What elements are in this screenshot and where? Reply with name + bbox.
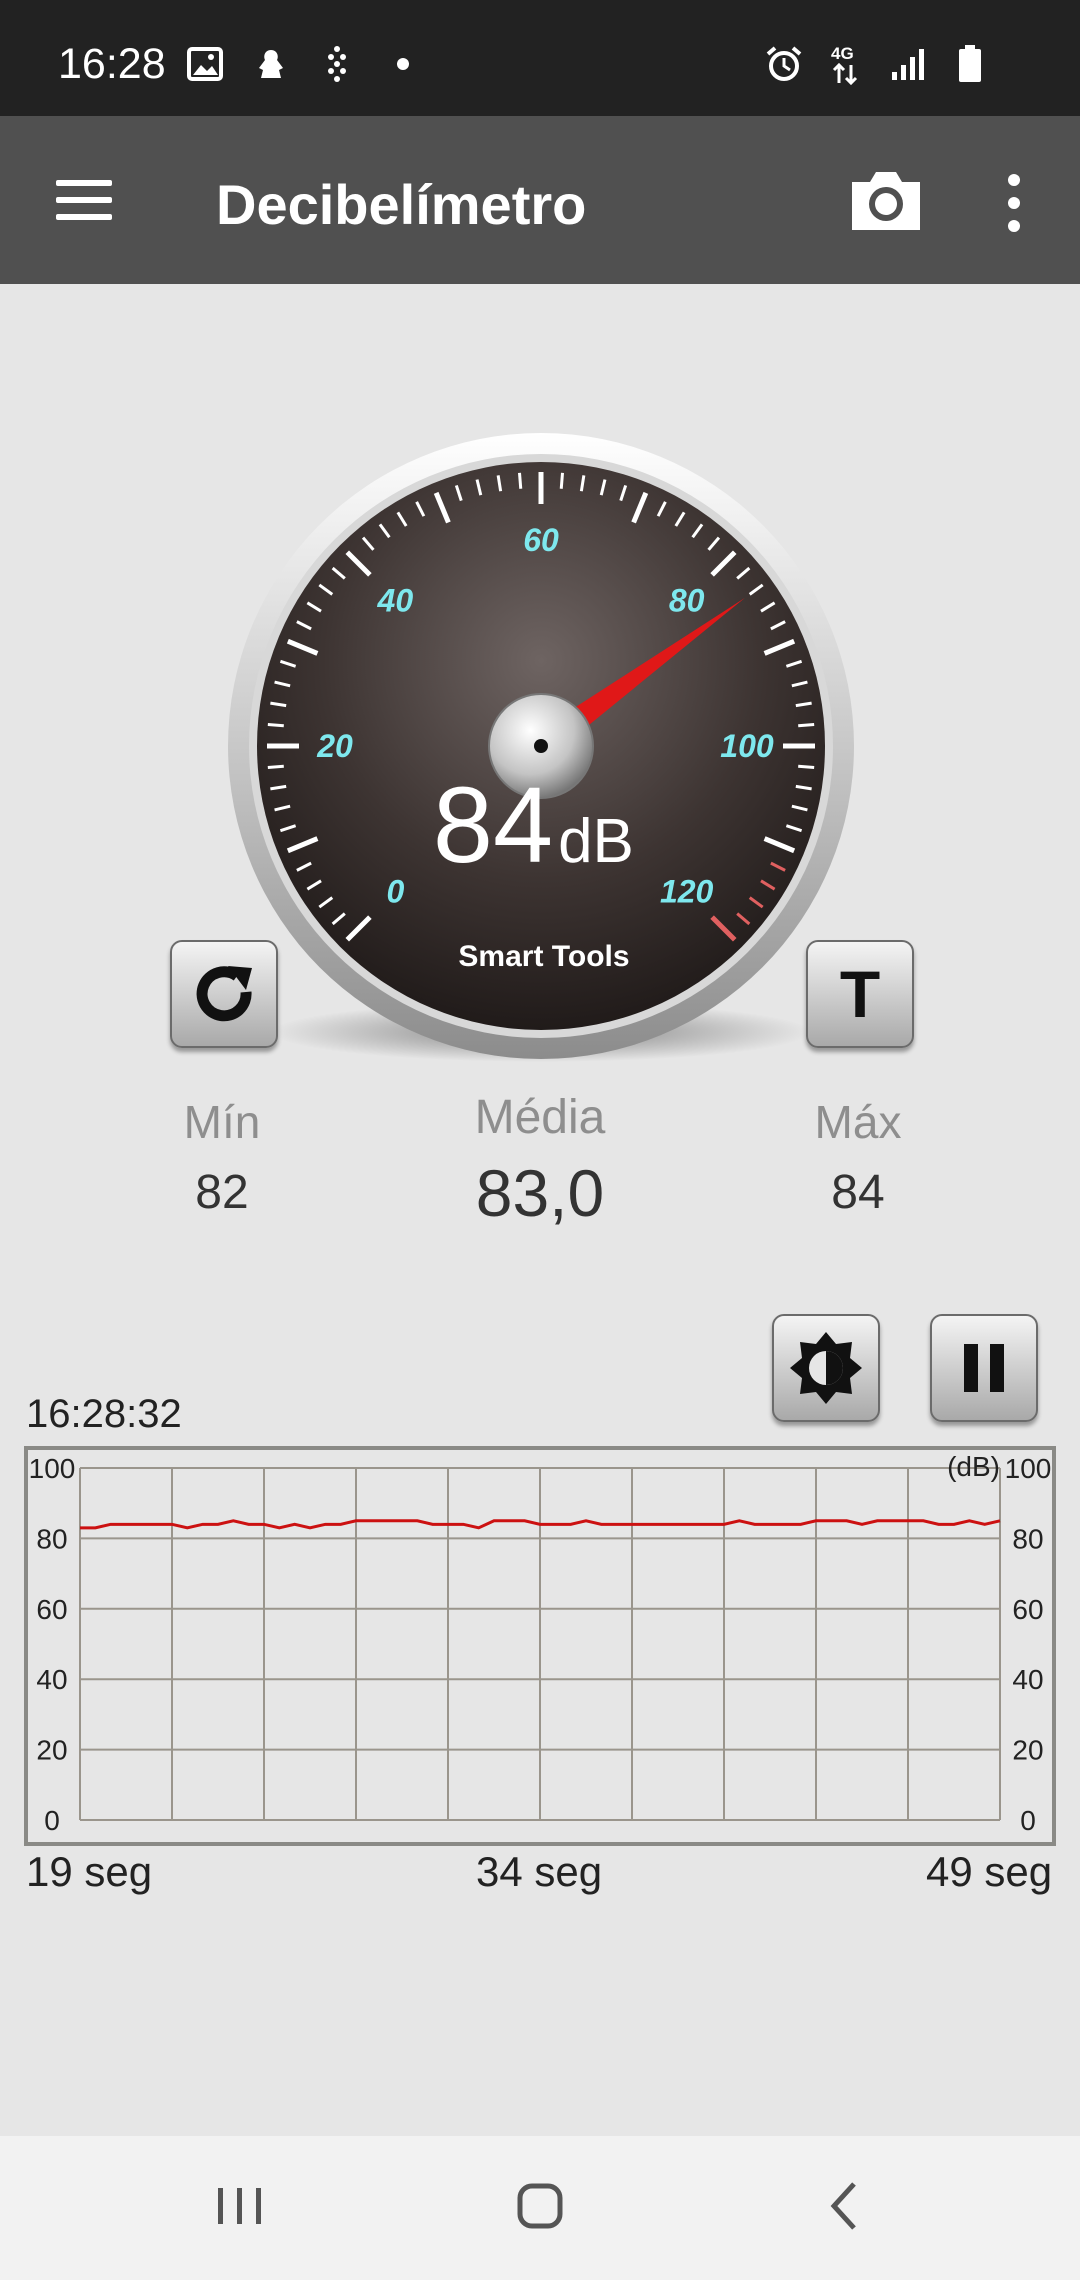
stat-max-label: Máx	[814, 1096, 902, 1148]
decibel-history-chart: 0 0 20 20 40 40 60 60 80 80 100 100 (dB)	[24, 1446, 1056, 1846]
chart-y-tick-left: 100	[29, 1453, 76, 1484]
chart-y-tick-right: 0	[1020, 1805, 1036, 1836]
stat-max-value: 84	[831, 1166, 885, 1219]
chart-unit-label: (dB)	[947, 1451, 1000, 1482]
sound-gauge: 0 20 40 60 80 100 120 84 dB Smart Tools	[228, 430, 854, 1070]
gauge-tick-label: 20	[316, 728, 353, 764]
gauge-tick-label: 120	[660, 874, 714, 910]
chart-y-tick-right: 20	[1012, 1735, 1043, 1766]
status-bar: 16:28 4G	[0, 0, 1080, 116]
stat-average-label: Média	[474, 1091, 606, 1144]
signal-icon	[888, 44, 928, 84]
reset-button[interactable]	[170, 940, 278, 1048]
chart-y-tick-right: 60	[1012, 1594, 1043, 1625]
chart-y-tick-right: 100	[1005, 1453, 1052, 1484]
gauge-tick	[798, 723, 815, 728]
home-icon[interactable]	[500, 2176, 580, 2236]
chart-x-label-start: 19 seg	[26, 1848, 153, 1895]
dot-icon	[383, 44, 423, 84]
gauge-tick-label: 40	[377, 582, 414, 618]
camera-icon[interactable]	[846, 166, 926, 236]
stat-min: Mín 82	[92, 1095, 352, 1220]
stat-average: Média 83,0	[410, 1090, 670, 1231]
chart-x-label-mid: 34 seg	[476, 1848, 603, 1895]
brightness-icon	[790, 1332, 862, 1404]
gallery-icon	[185, 44, 225, 84]
svg-text:4G: 4G	[831, 44, 854, 63]
text-mode-button[interactable]: T	[806, 940, 914, 1048]
system-nav-bar	[0, 2136, 1080, 2280]
gauge-unit: dB	[558, 807, 634, 876]
back-icon[interactable]	[804, 2176, 884, 2236]
chart-y-tick-right: 80	[1012, 1523, 1043, 1554]
chart-y-tick-left: 20	[36, 1735, 67, 1766]
stat-average-value: 83,0	[475, 1156, 605, 1230]
pause-icon	[964, 1344, 1004, 1392]
menu-icon[interactable]	[50, 176, 118, 224]
reset-icon	[196, 966, 252, 1022]
chart-y-tick-right: 40	[1012, 1664, 1043, 1695]
chart-x-label-end: 49 seg	[926, 1848, 1053, 1895]
gauge-tick	[559, 472, 564, 489]
status-icons-right: 4G	[764, 44, 990, 85]
chart-y-tick-left: 0	[44, 1805, 60, 1836]
gauge-tick-label: 80	[669, 582, 705, 618]
activity-icon	[317, 44, 357, 84]
gauge-tick-label: 100	[720, 728, 774, 764]
battery-icon	[950, 44, 990, 84]
gauge-brand: Smart Tools	[458, 940, 629, 973]
gauge-tick	[267, 764, 284, 769]
gauge-value: 84	[433, 764, 553, 885]
chart-y-tick-left: 60	[36, 1594, 67, 1625]
chart-y-tick-left: 40	[36, 1664, 67, 1695]
stat-max: Máx 84	[728, 1095, 988, 1220]
gauge-tick	[267, 723, 284, 728]
recent-apps-icon[interactable]	[200, 2176, 280, 2236]
app-notification-icon	[251, 44, 291, 84]
brightness-button[interactable]	[772, 1314, 880, 1422]
gauge-hub-center	[534, 739, 548, 753]
status-time: 16:28	[58, 40, 166, 88]
chart-y-tick-left: 80	[36, 1523, 67, 1554]
gauge-tick-label: 60	[523, 522, 559, 558]
pause-button[interactable]	[930, 1314, 1038, 1422]
stat-min-label: Mín	[183, 1096, 261, 1148]
alarm-icon	[764, 44, 804, 84]
gauge-tick	[798, 764, 815, 769]
app-title: Decibelímetro	[216, 173, 587, 236]
app-bar: Decibelímetro	[0, 116, 1080, 284]
stat-min-value: 82	[195, 1166, 249, 1219]
chart-timestamp: 16:28:32	[26, 1392, 182, 1436]
gauge-tick-label: 0	[386, 874, 404, 910]
gauge-tick	[518, 472, 523, 489]
network-4g-icon: 4G	[826, 44, 866, 85]
more-vert-icon[interactable]	[994, 170, 1034, 240]
status-icons-left	[185, 44, 423, 84]
